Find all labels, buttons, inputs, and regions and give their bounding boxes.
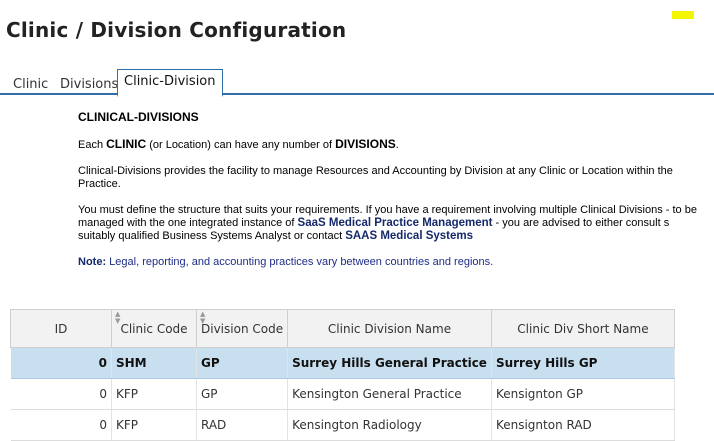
cell-division-code: RAD — [196, 409, 289, 441]
clinic-keyword: CLINIC — [106, 137, 147, 151]
grid-header-row: ID ▲ ▼ Clinic Code ▲ ▼ Division Code Clinic … — [10, 309, 675, 348]
tab-clinic-division[interactable]: Clinic-Division — [117, 69, 223, 97]
note-text: Legal, reporting, and accounting practic… — [106, 256, 494, 268]
column-header-id[interactable]: ID — [10, 309, 112, 348]
cell-clinic-code: KFP — [111, 378, 197, 410]
cell-id: 0 — [10, 409, 112, 441]
highlight-marker — [672, 11, 694, 19]
info-text: . — [395, 139, 399, 151]
cell-short-name: Kensignton GP — [491, 378, 675, 410]
cell-clinic-code: SHM — [111, 347, 197, 379]
sort-icon[interactable]: ▲ ▼ — [200, 311, 205, 325]
info-panel: CLINICAL-DIVISIONS Each CLINIC (or Locat… — [78, 111, 708, 282]
cell-division-code: GP — [196, 378, 289, 410]
divisions-keyword: DIVISIONS — [335, 137, 396, 151]
cell-short-name: Kensignton RAD — [491, 409, 675, 441]
top-strip — [0, 0, 714, 12]
cell-name: Kensington Radiology — [287, 409, 492, 441]
column-header-label: Division Code — [201, 321, 284, 336]
info-line-1: Each CLINIC (or Location) can have any n… — [78, 138, 708, 152]
column-header-label: Clinic Code — [120, 321, 188, 336]
info-note: Note: Legal, reporting, and accounting p… — [78, 256, 708, 269]
cell-division-code: GP — [196, 347, 289, 379]
sort-icon[interactable]: ▲ ▼ — [115, 311, 120, 325]
tab-divisions[interactable]: Divisions — [54, 75, 124, 94]
cell-id: 0 — [10, 378, 112, 410]
table-row[interactable]: 0 KFP GP Kensington General Practice Ken… — [10, 378, 675, 410]
tab-bar: Clinic Divisions Clinic-Division — [0, 69, 714, 97]
table-row[interactable]: 0 KFP RAD Kensington Radiology Kensignto… — [10, 409, 675, 441]
note-label: Note — [78, 256, 103, 268]
column-header-division-code[interactable]: ▲ ▼ Division Code — [195, 309, 289, 348]
cell-id: 0 — [10, 347, 112, 379]
info-line-2: Clinical-Divisions provides the facility… — [78, 165, 673, 190]
cell-name: Kensington General Practice — [287, 378, 492, 410]
cell-name: Surrey Hills General Practice — [287, 347, 492, 379]
column-header-clinic-code[interactable]: ▲ ▼ Clinic Code — [111, 309, 197, 348]
table-row[interactable]: 0 SHM GP Surrey Hills General Practice S… — [10, 347, 675, 379]
tab-content: CLINICAL-DIVISIONS Each CLINIC (or Locat… — [0, 95, 714, 441]
info-paragraph-3: You must define the structure that suits… — [78, 204, 708, 243]
page-title: Clinic / Division Configuration — [6, 18, 347, 42]
tab-clinic[interactable]: Clinic — [7, 75, 54, 94]
product-name: SaaS Medical Practice Management — [297, 217, 493, 229]
column-header-clinic-division-name[interactable]: Clinic Division Name — [287, 309, 492, 348]
info-text: Each — [78, 139, 107, 151]
cell-short-name: Surrey Hills GP — [491, 347, 675, 379]
column-header-clinic-div-short-name[interactable]: Clinic Div Short Name — [490, 309, 675, 348]
clinic-division-grid: ID ▲ ▼ Clinic Code ▲ ▼ Division Code Clinic … — [10, 309, 675, 441]
company-name: SAAS Medical Systems — [345, 230, 474, 242]
info-heading: CLINICAL-DIVISIONS — [78, 110, 199, 124]
info-text: (or Location) can have any number of — [146, 139, 336, 151]
cell-clinic-code: KFP — [111, 409, 197, 441]
